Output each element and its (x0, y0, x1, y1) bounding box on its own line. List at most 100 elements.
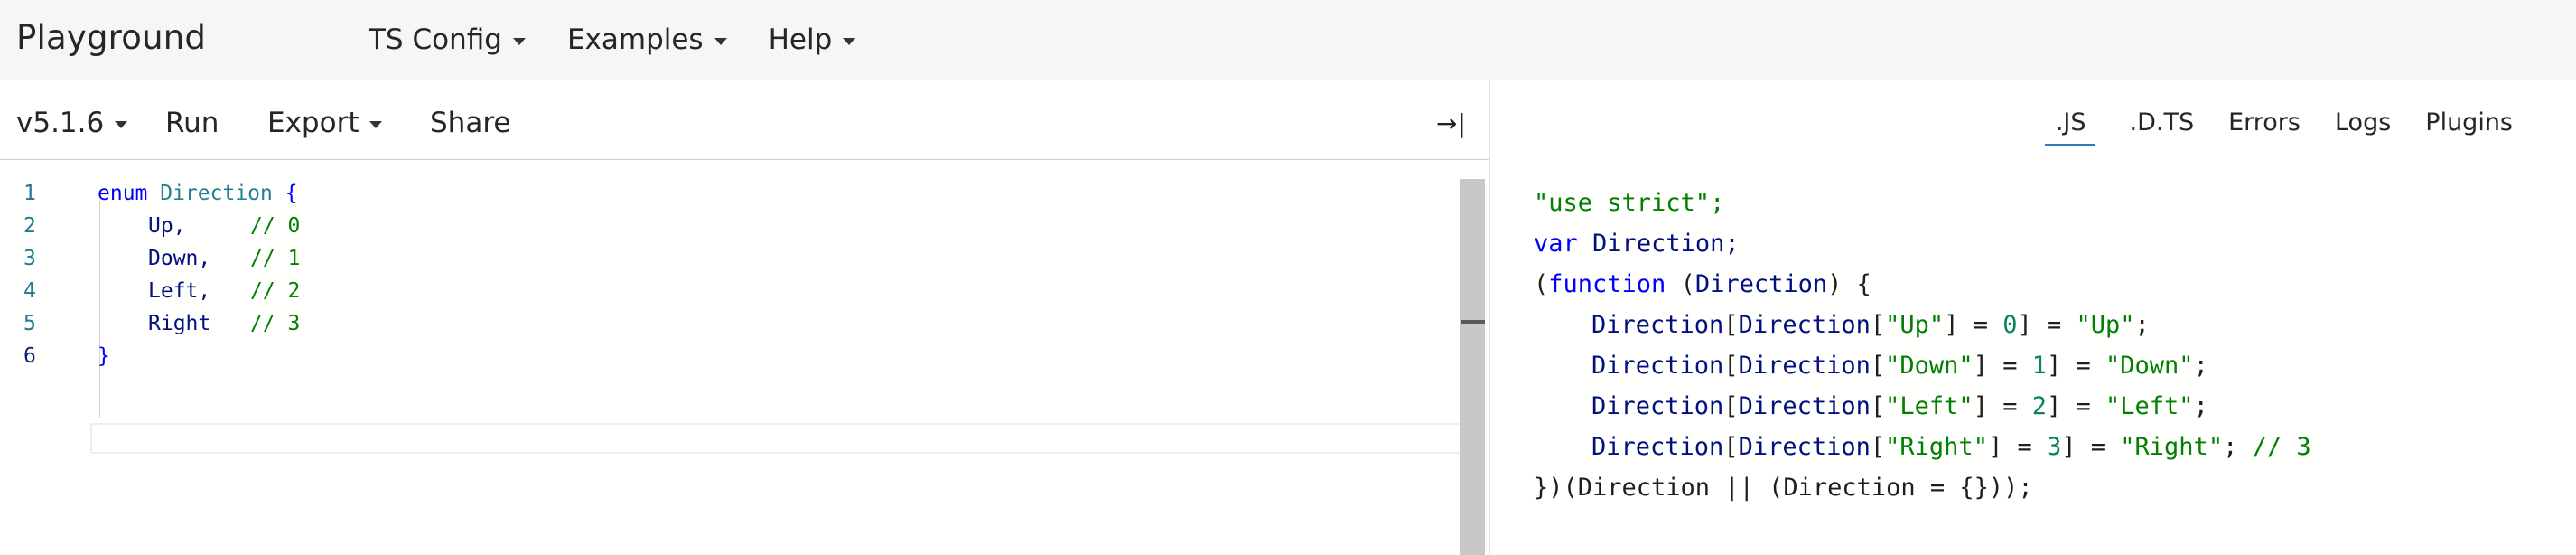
output-line: Direction[Direction["Right"] = 3] = "Rig… (1591, 433, 2311, 461)
identifier: Direction (1738, 433, 1871, 461)
identifier: Direction (1694, 270, 1828, 298)
keyword-var: var (1534, 230, 1578, 258)
enum-name: Direction (160, 182, 273, 205)
open-brace: { (285, 182, 298, 205)
string-literal: "Right" (1885, 433, 1988, 461)
output-line: Direction[Direction["Down"] = 1] = "Down… (1591, 352, 2208, 380)
identifier: Direction (1738, 311, 1871, 339)
string-literal: "use strict"; (1534, 189, 1725, 217)
string-literal: "Down" (2105, 352, 2194, 380)
export-label: Export (267, 107, 359, 139)
code-text: Right (148, 307, 210, 340)
editor-scrollbar[interactable] (1460, 179, 1485, 555)
js-output: "use strict"; var Direction; (function (… (1534, 183, 2311, 508)
enum-member: Down, (148, 247, 211, 270)
version-select[interactable]: v5.1.6 (16, 107, 128, 139)
share-button[interactable]: Share (430, 107, 510, 139)
close-brace: } (98, 344, 110, 368)
chevron-down-icon (843, 38, 856, 45)
export-button[interactable]: Export (267, 107, 383, 139)
string-literal: "Left" (2105, 392, 2194, 420)
code-comment: // 2 (250, 279, 301, 303)
code-comment: // 0 (250, 214, 301, 238)
output-line: })(Direction || (Direction = {})); (1534, 467, 2311, 508)
identifier: Direction (1738, 392, 1871, 420)
number-literal: 3 (2046, 433, 2062, 461)
enum-member: Up, (148, 214, 186, 238)
line-number: 5 (23, 312, 36, 335)
tab-js[interactable]: .JS (2044, 108, 2095, 146)
identifier: Direction (1738, 352, 1871, 380)
string-literal: "Left" (1885, 392, 1974, 420)
menu-examples[interactable]: Examples (567, 24, 727, 56)
brand-logo-text[interactable]: Playground (16, 18, 206, 57)
editor-line: 6 } (0, 340, 1481, 372)
nav-menu: TS Config Examples Help (369, 24, 897, 56)
version-label: v5.1.6 (16, 107, 105, 139)
string-literal: "Down" (1885, 352, 1974, 380)
collapse-pane-icon[interactable]: →| (1436, 108, 1466, 138)
editor-pane: v5.1.6 Run Export Share →| 1 enum Direct… (0, 80, 1489, 555)
identifier: Direction (1591, 433, 1724, 461)
chevron-down-icon (512, 38, 526, 45)
enum-member: Right (148, 312, 211, 335)
line-number: 6 (23, 344, 36, 368)
line-number: 2 (23, 214, 36, 238)
number-literal: 0 (2002, 311, 2018, 339)
identifier: Direction (1591, 352, 1724, 380)
identifier: Direction (1591, 311, 1724, 339)
menu-ts-config-label: TS Config (369, 24, 502, 56)
tab-plugins[interactable]: Plugins (2425, 108, 2513, 146)
output-line: "use strict"; (1534, 183, 2311, 223)
string-literal: "Up" (2076, 311, 2135, 339)
run-button[interactable]: Run (165, 107, 219, 139)
chevron-down-icon (115, 121, 128, 128)
menu-examples-label: Examples (566, 24, 704, 56)
string-literal: "Right" (2120, 433, 2224, 461)
editor-toolbar: v5.1.6 Run Export Share →| (0, 80, 1489, 160)
tab-logs[interactable]: Logs (2335, 108, 2391, 146)
identifier: Direction (1591, 392, 1724, 420)
menu-help-label: Help (768, 24, 833, 56)
current-line-highlight (90, 423, 1481, 454)
menu-help[interactable]: Help (769, 24, 856, 56)
number-literal: 2 (2031, 392, 2047, 420)
code-text: Left, (148, 275, 210, 307)
punct: ( (1534, 270, 1549, 298)
output-tabs: .JS .D.TS Errors Logs Plugins (2011, 108, 2513, 146)
identifier: Direction; (1592, 230, 1740, 258)
chevron-down-icon (369, 121, 383, 128)
editor-line: 1 enum Direction { (0, 177, 1481, 210)
code-comment: // 3 (2252, 433, 2311, 461)
menu-ts-config[interactable]: TS Config (369, 24, 526, 56)
string-literal: "Up" (1885, 311, 1945, 339)
code-text: Down, (148, 242, 210, 275)
code-comment: // 3 (250, 312, 301, 335)
punct: ) { (1827, 270, 1871, 298)
output-line: var Direction; (1534, 223, 2311, 264)
output-pane: .JS .D.TS Errors Logs Plugins "use stric… (1490, 80, 2576, 555)
editor-line: 5 Right // 3 (0, 307, 1481, 340)
tab-dts[interactable]: .D.TS (2130, 108, 2195, 146)
line-number: 3 (23, 247, 36, 270)
keyword-enum: enum (98, 182, 148, 205)
code-text: Up, (148, 210, 186, 242)
editor-line: 3 Down, // 1 (0, 242, 1481, 275)
share-label: Share (430, 107, 511, 139)
code-text: enum Direction { (98, 177, 298, 210)
line-number: 1 (23, 182, 36, 205)
editor-line: 2 Up, // 0 (0, 210, 1481, 242)
top-nav: Playground TS Config Examples Help (0, 0, 2576, 80)
closing-iife: })(Direction || (Direction = {})); (1534, 474, 2033, 502)
chevron-down-icon (714, 38, 727, 45)
output-line: Direction[Direction["Up"] = 0] = "Up"; (1591, 311, 2150, 339)
run-label: Run (165, 107, 219, 139)
scroll-cursor-marker (1461, 320, 1485, 324)
punct: ( (1666, 270, 1695, 298)
line-number: 4 (23, 279, 36, 303)
keyword-function: function (1548, 270, 1666, 298)
tab-errors[interactable]: Errors (2228, 108, 2301, 146)
output-line: (function (Direction) { (1534, 264, 2311, 305)
code-editor[interactable]: 1 enum Direction { 2 Up, // 0 3 Down, //… (0, 161, 1489, 555)
enum-member: Left, (148, 279, 211, 303)
